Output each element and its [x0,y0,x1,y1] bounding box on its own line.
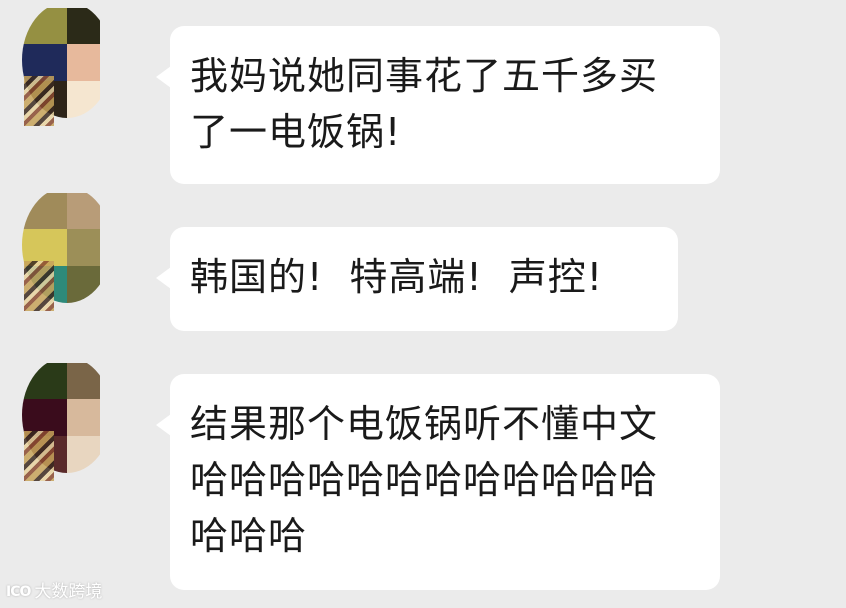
message-bubble[interactable]: 我妈说她同事花了五千多买 了一电饭锅! [156,26,720,184]
avatar[interactable] [0,363,100,483]
message-bubble[interactable]: 结果那个电饭锅听不懂中文 哈哈哈哈哈哈哈哈哈哈哈哈 哈哈哈 [156,374,720,590]
avatar-edge-decoration [24,261,54,311]
watermark-text: 大数跨境 [34,582,103,602]
watermark-logo: ICO [6,584,31,600]
avatar[interactable] [0,8,100,128]
avatar[interactable] [0,193,100,313]
watermark: ICO 大数跨境 [6,580,102,604]
avatar-edge-decoration [24,76,54,126]
avatar-edge-decoration [24,431,54,481]
message-bubble[interactable]: 韩国的! 特高端! 声控! [156,227,678,331]
